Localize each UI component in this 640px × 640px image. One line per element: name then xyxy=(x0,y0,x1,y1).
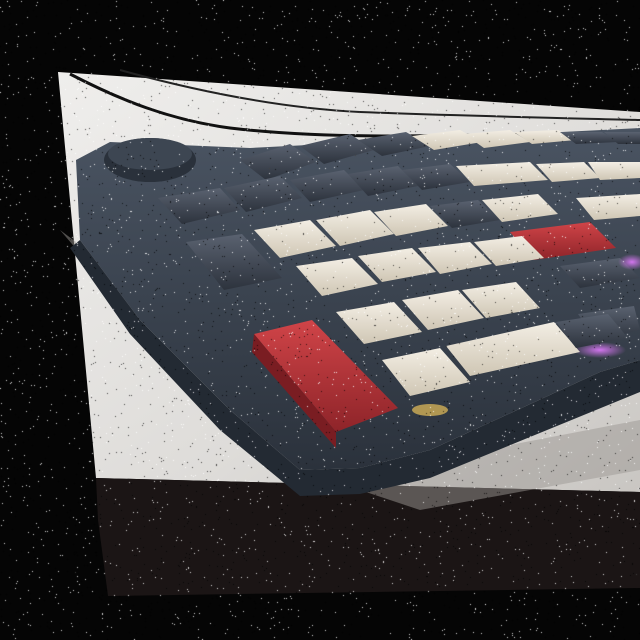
desk-edge xyxy=(96,478,640,596)
rgb-glow xyxy=(412,404,448,416)
keyboard-photo xyxy=(0,0,640,640)
volume-knob-top xyxy=(108,138,192,170)
